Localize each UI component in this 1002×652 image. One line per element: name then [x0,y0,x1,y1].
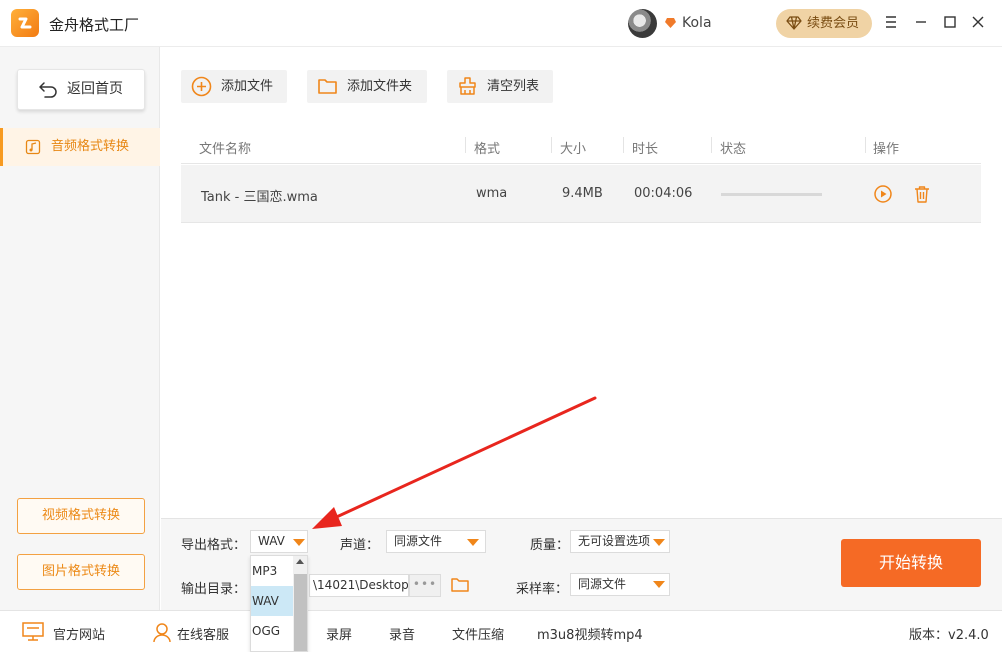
trash-icon[interactable] [912,184,932,204]
official-website-link[interactable]: 官方网站 [53,624,105,643]
footer-link-audio-record[interactable]: 录音 [389,624,415,643]
channel-label: 声道： [340,538,380,553]
app-title: 金舟格式工厂 [49,16,140,34]
renew-label: 续费会员 [807,16,860,31]
close-icon[interactable] [968,12,988,32]
sidebar-item-label: 音频格式转换 [51,139,130,154]
avatar[interactable] [628,9,657,38]
file-size: 9.4MB [562,186,603,201]
browse-dots-button[interactable]: ••• [409,574,441,597]
clear-list-label: 清空列表 [487,79,540,94]
open-folder-icon[interactable] [450,575,470,595]
menu-icon[interactable] [881,12,901,32]
username[interactable]: Kola [682,15,712,31]
vip-heart-icon [665,18,676,28]
file-table-header: 文件名称 格式 大小 时长 状态 操作 [181,133,981,164]
file-duration: 00:04:06 [634,186,693,201]
footer-link-m3u8[interactable]: m3u8视频转mp4 [537,624,643,643]
column-header-format: 格式 [474,142,501,157]
sample-rate-label: 采样率： [516,582,569,597]
back-home-button[interactable]: 返回首页 [17,69,145,110]
dropdown-option-ogg[interactable]: OGG [251,616,293,646]
clear-list-button[interactable]: 清空列表 [447,70,553,103]
add-file-button[interactable]: 添加文件 [181,70,287,103]
sample-rate-value: 同源文件 [578,577,627,591]
minimize-icon[interactable] [911,12,931,32]
return-arrow-icon [39,82,57,98]
sidebar: 返回首页 音频格式转换 视频格式转换 图片格式转换 [0,47,160,610]
footer-link-file-compress[interactable]: 文件压缩 [452,624,504,643]
column-header-size: 大小 [560,142,587,157]
dropdown-option-mp3[interactable]: MP3 [251,556,293,586]
format-dropdown-list: MP3 WAV OGG [250,555,308,652]
status-progress-bar [721,193,822,196]
column-header-name: 文件名称 [199,142,252,157]
quality-label: 质量： [530,538,570,553]
back-home-label: 返回首页 [67,81,123,97]
renew-membership-button[interactable]: 续费会员 [776,9,872,38]
export-format-value: WAV [258,534,285,548]
play-icon[interactable] [873,184,893,204]
file-name: Tank - 三国恋.wma [201,190,318,205]
app-logo-icon [11,9,39,37]
customer-service-icon [153,623,171,643]
column-header-action: 操作 [873,142,900,157]
chevron-down-icon[interactable] [653,581,665,588]
sidebar-item-audio-convert[interactable]: 音频格式转换 [0,128,160,166]
plus-circle-icon [191,76,212,97]
add-folder-button[interactable]: 添加文件夹 [307,70,427,103]
folder-icon [318,79,337,94]
footer: 官方网站 在线客服 录屏 录音 文件压缩 m3u8视频转mp4 版本：v2.4.… [0,610,1002,652]
maximize-icon[interactable] [940,12,960,32]
file-format: wma [476,186,508,201]
music-file-icon [25,139,41,155]
column-header-duration: 时长 [632,142,659,157]
chevron-down-icon[interactable] [293,539,305,546]
table-row[interactable]: Tank - 三国恋.wma wma 9.4MB 00:04:06 [181,165,981,223]
footer-link-screen-record[interactable]: 录屏 [326,624,352,643]
channel-value: 同源文件 [394,534,443,548]
add-file-label: 添加文件 [221,79,274,94]
dropdown-scrollbar-thumb[interactable] [294,574,307,651]
output-dir-label: 输出目录： [181,582,247,597]
version-label: 版本： [909,628,949,643]
video-convert-button[interactable]: 视频格式转换 [17,498,145,534]
chevron-down-icon[interactable] [653,539,665,546]
output-dir-value: \14021\Desktop\ [313,578,409,592]
add-folder-label: 添加文件夹 [347,79,413,94]
broom-icon [459,77,476,95]
start-convert-button[interactable]: 开始转换 [841,539,981,587]
column-header-status: 状态 [720,142,747,157]
dropdown-option-wav[interactable]: WAV [251,586,293,616]
export-format-label: 导出格式： [181,538,247,553]
quality-value: 无可设置选项 [578,534,651,548]
chevron-down-icon[interactable] [467,539,479,546]
scroll-up-arrow-icon[interactable] [296,559,304,564]
version-number: v2.4.0 [948,628,989,643]
diamond-icon [786,16,802,30]
output-dir-input[interactable]: \14021\Desktop\ [309,574,409,597]
online-support-link[interactable]: 在线客服 [177,624,229,643]
monitor-icon [22,622,44,641]
image-convert-button[interactable]: 图片格式转换 [17,554,145,590]
version-text: 版本：v2.4.0 [909,624,989,643]
title-bar: 金舟格式工厂 Kola 续费会员 [0,0,1002,47]
